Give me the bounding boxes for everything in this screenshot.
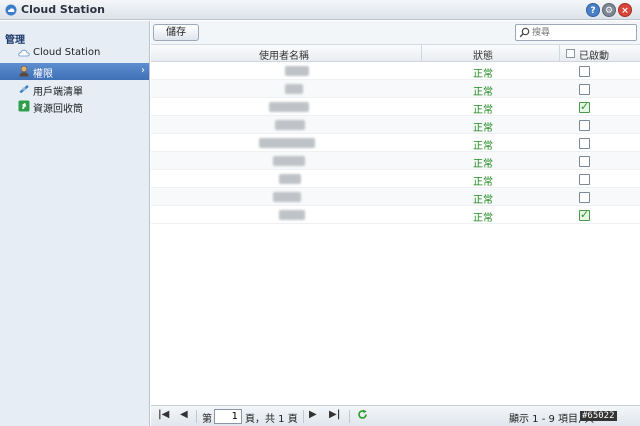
table-row[interactable]: 正常 — [151, 170, 640, 188]
table-row[interactable]: 正常 — [151, 152, 640, 170]
enabled-checkbox[interactable] — [579, 120, 590, 131]
sidebar-item-permissions[interactable]: 權限 › — [0, 63, 149, 80]
enabled-checkbox[interactable] — [579, 192, 590, 203]
sidebar-item-label: 權限 — [33, 69, 53, 80]
status-cell: 正常 — [473, 123, 493, 134]
enabled-checkbox[interactable] — [579, 66, 590, 77]
column-header-status[interactable]: 狀態 — [473, 47, 493, 62]
column-header-username[interactable]: 使用者名稱 — [259, 47, 309, 62]
title-bar: Cloud Station ? ⚙ × — [0, 0, 640, 20]
help-button[interactable]: ? — [586, 3, 600, 17]
column-header-enabled[interactable]: 已啟動 — [579, 47, 609, 62]
username-cell — [273, 192, 301, 202]
status-cell: 正常 — [473, 177, 493, 188]
search-input[interactable] — [532, 26, 634, 39]
previous-page-button[interactable]: ◀ — [180, 409, 188, 420]
enabled-checkbox[interactable] — [579, 156, 590, 167]
username-cell — [285, 66, 309, 76]
username-cell — [275, 120, 305, 130]
page-number-input[interactable] — [214, 409, 242, 424]
sidebar-item-label: Cloud Station — [33, 47, 101, 58]
enabled-checkbox[interactable] — [579, 138, 590, 149]
user-permissions-table: 使用者名稱 狀態 已啟動 正常 正常 正常 正常 正常 正常 正常 — [151, 45, 640, 230]
sidebar-item-cloud-station[interactable]: Cloud Station — [0, 45, 149, 62]
save-button[interactable]: 儲存 — [153, 24, 199, 41]
search-box — [515, 24, 637, 41]
refresh-icon[interactable] — [357, 409, 368, 420]
sidebar-item-recycle-bin[interactable]: 資源回收筒 — [0, 98, 149, 115]
toolbar: 儲存 — [151, 21, 640, 45]
pagination-bar: |◀ ◀ 第 頁，共 1 頁 ▶ ▶| 顯示 1 - 9 項目, 共 — [151, 405, 640, 426]
username-cell — [269, 102, 309, 112]
cloud-station-app-icon — [5, 4, 17, 16]
table-row[interactable]: 正常 — [151, 62, 640, 80]
sidebar-item-label: 用戶端清單 — [33, 87, 83, 98]
status-cell: 正常 — [473, 159, 493, 170]
next-page-button[interactable]: ▶ — [309, 409, 317, 420]
satellite-icon — [19, 85, 29, 94]
username-cell — [279, 174, 301, 184]
enabled-checkbox[interactable] — [579, 84, 590, 95]
status-cell: 正常 — [473, 141, 493, 152]
enabled-checkbox[interactable] — [579, 208, 590, 221]
table-row[interactable]: 正常 — [151, 116, 640, 134]
select-all-checkbox[interactable] — [566, 49, 575, 58]
enabled-checkbox[interactable] — [579, 174, 590, 185]
table-header: 使用者名稱 狀態 已啟動 — [151, 45, 640, 62]
status-cell: 正常 — [473, 213, 493, 224]
search-icon — [519, 27, 530, 38]
close-button[interactable]: × — [618, 3, 632, 17]
page-prefix: 第 — [202, 414, 212, 425]
page-count-text: 頁，共 1 頁 — [245, 414, 298, 425]
username-cell — [259, 138, 315, 148]
table-row[interactable]: 正常 — [151, 206, 640, 224]
window-title: Cloud Station — [21, 3, 105, 16]
user-icon — [19, 65, 29, 77]
username-cell — [285, 84, 303, 94]
table-row[interactable]: 正常 — [151, 98, 640, 116]
status-cell: 正常 — [473, 87, 493, 98]
status-cell: 正常 — [473, 69, 493, 80]
settings-button[interactable]: ⚙ — [602, 3, 616, 17]
username-cell — [279, 210, 305, 220]
table-row[interactable]: 正常 — [151, 80, 640, 98]
sidebar-item-client-list[interactable]: 用戶端清單 — [0, 81, 149, 98]
first-page-button[interactable]: |◀ — [158, 409, 169, 420]
cloud-icon — [18, 49, 30, 57]
table-row[interactable]: 正常 — [151, 188, 640, 206]
image-id-watermark: #65022 — [580, 411, 617, 421]
last-page-button[interactable]: ▶| — [329, 409, 340, 420]
table-row[interactable]: 正常 — [151, 134, 640, 152]
sidebar: 管理 Cloud Station 權限 › 用戶端清單 資源回收筒 — [0, 21, 150, 426]
status-cell: 正常 — [473, 195, 493, 206]
enabled-checkbox[interactable] — [579, 100, 590, 113]
sidebar-item-label: 資源回收筒 — [33, 104, 83, 115]
sidebar-section-title: 管理 — [5, 35, 25, 46]
status-cell: 正常 — [473, 105, 493, 116]
username-cell — [273, 156, 305, 166]
chevron-right-icon: › — [141, 65, 145, 76]
recycle-bin-icon — [18, 100, 30, 112]
